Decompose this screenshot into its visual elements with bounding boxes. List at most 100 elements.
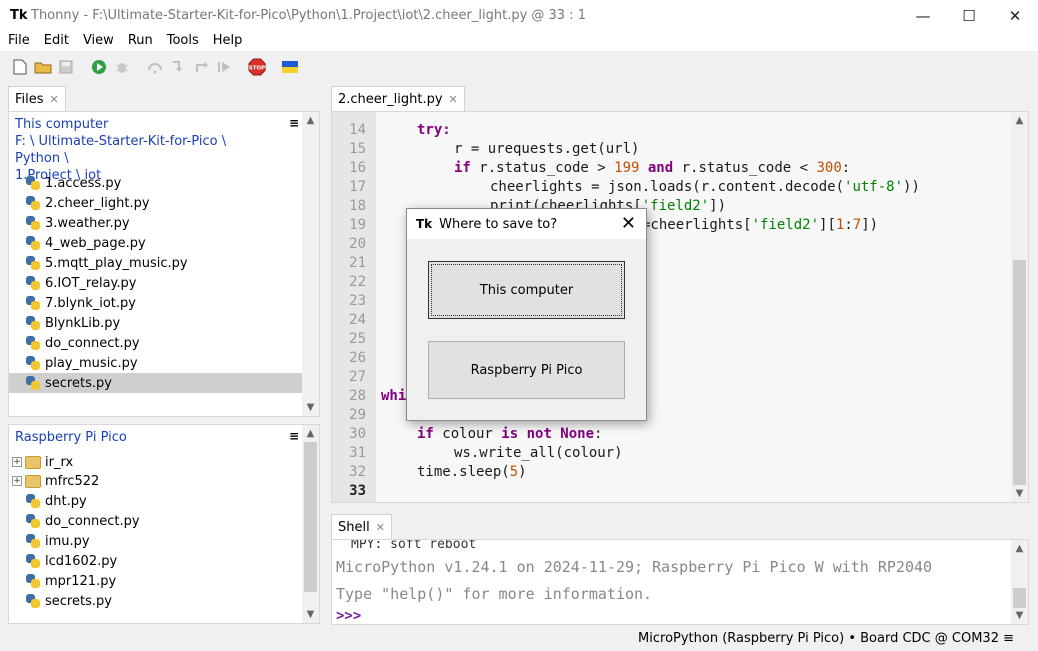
shell-scrollbar[interactable]: ▲ ▼ bbox=[1011, 540, 1028, 624]
shell-output-line: MicroPython v1.24.1 on 2024-11-29; Raspb… bbox=[336, 558, 933, 576]
close-window-button[interactable]: ✕ bbox=[992, 0, 1038, 31]
pico-panel-menu-icon[interactable]: ≡ bbox=[289, 429, 299, 443]
save-to-pico-button[interactable]: Raspberry Pi Pico bbox=[428, 341, 625, 399]
scroll-up-icon[interactable]: ▲ bbox=[302, 425, 319, 442]
tab-files[interactable]: Files ✕ bbox=[8, 86, 66, 111]
window-title-bar: Tk Thonny - F:\Ultimate-Starter-Kit-for-… bbox=[0, 0, 1038, 31]
line-number: 32 bbox=[349, 464, 366, 480]
menu-help[interactable]: Help bbox=[205, 31, 249, 51]
file-item[interactable]: 5.mqtt_play_music.py bbox=[9, 253, 304, 273]
computer-files-scrollbar[interactable]: ▲ ▼ bbox=[302, 112, 319, 416]
computer-path-line1[interactable]: F: \ Ultimate-Starter-Kit-for-Pico \ Pyt… bbox=[15, 133, 275, 167]
python-file-icon bbox=[25, 255, 41, 271]
thonny-app-icon: Tk bbox=[10, 7, 28, 23]
file-item[interactable]: 4_web_page.py bbox=[9, 233, 304, 253]
editor-scrollbar[interactable]: ▲ ▼ bbox=[1011, 112, 1028, 502]
code-line-19: =cheerlights['field2'][1:7]) bbox=[642, 217, 879, 233]
menu-view[interactable]: View bbox=[75, 31, 120, 51]
dialog-title-bar: Tk Where to save to? ✕ bbox=[407, 209, 646, 239]
close-tab-icon[interactable]: ✕ bbox=[449, 93, 458, 106]
resume-icon[interactable] bbox=[212, 56, 235, 78]
line-number: 21 bbox=[349, 255, 366, 271]
pico-heading[interactable]: Raspberry Pi Pico bbox=[15, 429, 275, 446]
scroll-down-icon[interactable]: ▼ bbox=[1011, 485, 1028, 502]
file-item[interactable]: play_music.py bbox=[9, 353, 304, 373]
debug-icon[interactable] bbox=[110, 56, 133, 78]
python-file-icon bbox=[25, 215, 41, 231]
file-item[interactable]: BlynkLib.py bbox=[9, 313, 304, 333]
menu-run[interactable]: Run bbox=[120, 31, 159, 51]
shell-tab-label: Shell bbox=[338, 519, 370, 535]
window-title: Thonny - F:\Ultimate-Starter-Kit-for-Pic… bbox=[31, 8, 586, 23]
file-item[interactable]: 6.IOT_relay.py bbox=[9, 273, 304, 293]
menu-edit[interactable]: Edit bbox=[36, 31, 75, 51]
python-file-icon bbox=[25, 175, 41, 191]
line-number: 15 bbox=[349, 141, 366, 157]
python-file-icon bbox=[25, 553, 41, 569]
scrollbar-thumb[interactable] bbox=[304, 442, 317, 592]
tab-shell[interactable]: Shell ✕ bbox=[331, 514, 392, 539]
menu-bar: File Edit View Run Tools Help bbox=[0, 31, 1038, 51]
code-line-32: time.sleep(5) bbox=[417, 464, 527, 480]
file-item[interactable]: lcd1602.py bbox=[9, 551, 117, 571]
scrollbar-thumb[interactable] bbox=[1013, 260, 1026, 485]
tab-editor-file[interactable]: 2.cheer_light.py ✕ bbox=[331, 86, 465, 111]
line-number: 19 bbox=[349, 217, 366, 233]
scroll-up-icon[interactable]: ▲ bbox=[1011, 112, 1028, 129]
scroll-up-icon[interactable]: ▲ bbox=[302, 112, 319, 129]
step-over-icon[interactable] bbox=[143, 56, 166, 78]
ukraine-flag-icon[interactable] bbox=[278, 56, 301, 78]
close-tab-icon[interactable]: ✕ bbox=[50, 93, 59, 106]
folder-item[interactable]: + mfrc522 bbox=[9, 471, 99, 491]
save-to-computer-button[interactable]: This computer bbox=[428, 261, 625, 319]
status-bar: MicroPython (Raspberry Pi Pico) • Board … bbox=[0, 627, 1038, 651]
scroll-down-icon[interactable]: ▼ bbox=[302, 606, 319, 623]
folder-item[interactable]: + ir_rx bbox=[9, 452, 73, 472]
files-tabstrip: Files ✕ bbox=[8, 84, 304, 111]
file-item[interactable]: do_connect.py bbox=[9, 333, 304, 353]
scrollbar-thumb[interactable] bbox=[1013, 588, 1026, 608]
shell-panel[interactable]: MPY: soft reboot MicroPython v1.24.1 on … bbox=[331, 539, 1029, 625]
expand-icon[interactable]: + bbox=[12, 457, 22, 467]
file-item[interactable]: 1.access.py bbox=[9, 173, 304, 193]
close-tab-icon[interactable]: ✕ bbox=[376, 521, 385, 534]
file-item[interactable]: do_connect.py bbox=[9, 511, 140, 531]
python-file-icon bbox=[25, 195, 41, 211]
pico-files-scrollbar[interactable]: ▲ ▼ bbox=[302, 425, 319, 623]
current-line-number: 33 bbox=[349, 483, 366, 499]
step-into-icon[interactable] bbox=[166, 56, 189, 78]
scroll-down-icon[interactable]: ▼ bbox=[302, 399, 319, 416]
interpreter-status[interactable]: MicroPython (Raspberry Pi Pico) • Board … bbox=[638, 631, 1014, 646]
file-item[interactable]: imu.py bbox=[9, 531, 90, 551]
minimize-button[interactable]: — bbox=[900, 0, 946, 31]
scroll-up-icon[interactable]: ▲ bbox=[1011, 540, 1028, 557]
scroll-down-icon[interactable]: ▼ bbox=[1011, 607, 1028, 624]
file-item[interactable]: mpr121.py bbox=[9, 571, 116, 591]
file-item[interactable]: 3.weather.py bbox=[9, 213, 304, 233]
file-item-selected[interactable]: secrets.py bbox=[9, 373, 304, 393]
line-number: 16 bbox=[349, 160, 366, 176]
file-item[interactable]: 7.blynk_iot.py bbox=[9, 293, 304, 313]
run-icon[interactable] bbox=[87, 56, 110, 78]
maximize-button[interactable]: ☐ bbox=[946, 0, 992, 31]
dialog-close-button[interactable]: ✕ bbox=[621, 213, 636, 234]
computer-heading[interactable]: This computer bbox=[15, 116, 275, 133]
new-file-icon[interactable] bbox=[8, 56, 31, 78]
computer-panel-menu-icon[interactable]: ≡ bbox=[289, 116, 299, 130]
line-number: 31 bbox=[349, 445, 366, 461]
file-item[interactable]: secrets.py bbox=[9, 591, 112, 611]
line-number: 20 bbox=[349, 236, 366, 252]
save-icon[interactable] bbox=[54, 56, 77, 78]
step-out-icon[interactable] bbox=[189, 56, 212, 78]
open-folder-icon[interactable] bbox=[31, 56, 54, 78]
menu-file[interactable]: File bbox=[0, 31, 36, 51]
menu-tools[interactable]: Tools bbox=[159, 31, 205, 51]
line-number: 28 bbox=[349, 388, 366, 404]
file-item[interactable]: 2.cheer_light.py bbox=[9, 193, 304, 213]
line-number: 27 bbox=[349, 369, 366, 385]
expand-icon[interactable]: + bbox=[12, 476, 22, 486]
files-computer-panel: This computer F: \ Ultimate-Starter-Kit-… bbox=[8, 111, 320, 417]
stop-icon[interactable]: STOP bbox=[245, 56, 268, 78]
shell-prompt[interactable]: >>> bbox=[336, 608, 361, 624]
file-item[interactable]: dht.py bbox=[9, 491, 87, 511]
